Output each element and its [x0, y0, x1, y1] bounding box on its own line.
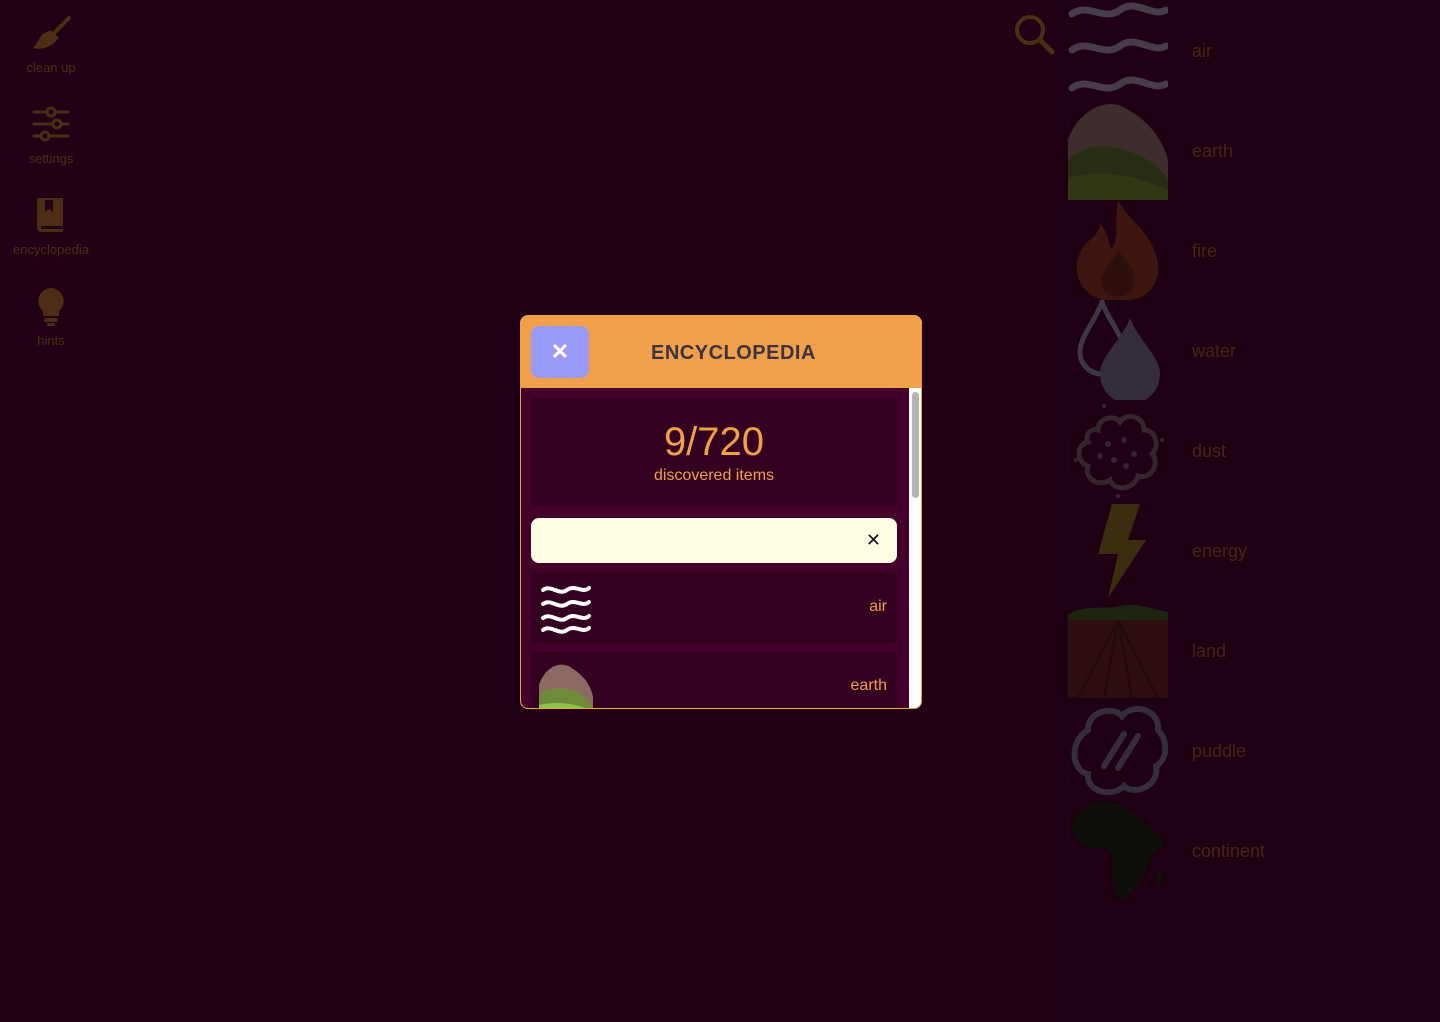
- list-item-label: air: [869, 598, 887, 615]
- modal-body[interactable]: 9/720 discovered items ✕ air earth: [521, 388, 909, 708]
- clear-filter-button[interactable]: ✕: [866, 530, 881, 550]
- earth-icon: [539, 664, 593, 708]
- discovered-counter: 9/720 discovered items: [531, 398, 897, 506]
- encyclopedia-modal: ✕ ENCYCLOPEDIA 9/720 discovered items ✕: [520, 315, 922, 709]
- scrollbar-thumb[interactable]: [912, 392, 919, 498]
- list-item-label: earth: [850, 677, 887, 694]
- close-icon: ✕: [550, 339, 570, 364]
- game-board[interactable]: clean up settings encyclopedia: [0, 0, 1440, 1022]
- modal-title: ENCYCLOPEDIA: [651, 342, 816, 364]
- air-icon: [541, 586, 591, 634]
- list-item-earth[interactable]: earth: [531, 652, 897, 708]
- filter-input[interactable]: [545, 518, 845, 563]
- discovered-count: 9/720: [663, 420, 765, 464]
- discovered-label: discovered items: [653, 467, 775, 484]
- modal-header: ✕ ENCYCLOPEDIA: [521, 316, 921, 388]
- modal-scrollbar[interactable]: [909, 388, 921, 708]
- filter-box: ✕: [531, 518, 897, 563]
- close-button[interactable]: ✕: [531, 326, 589, 378]
- list-item-air[interactable]: air: [531, 573, 897, 643]
